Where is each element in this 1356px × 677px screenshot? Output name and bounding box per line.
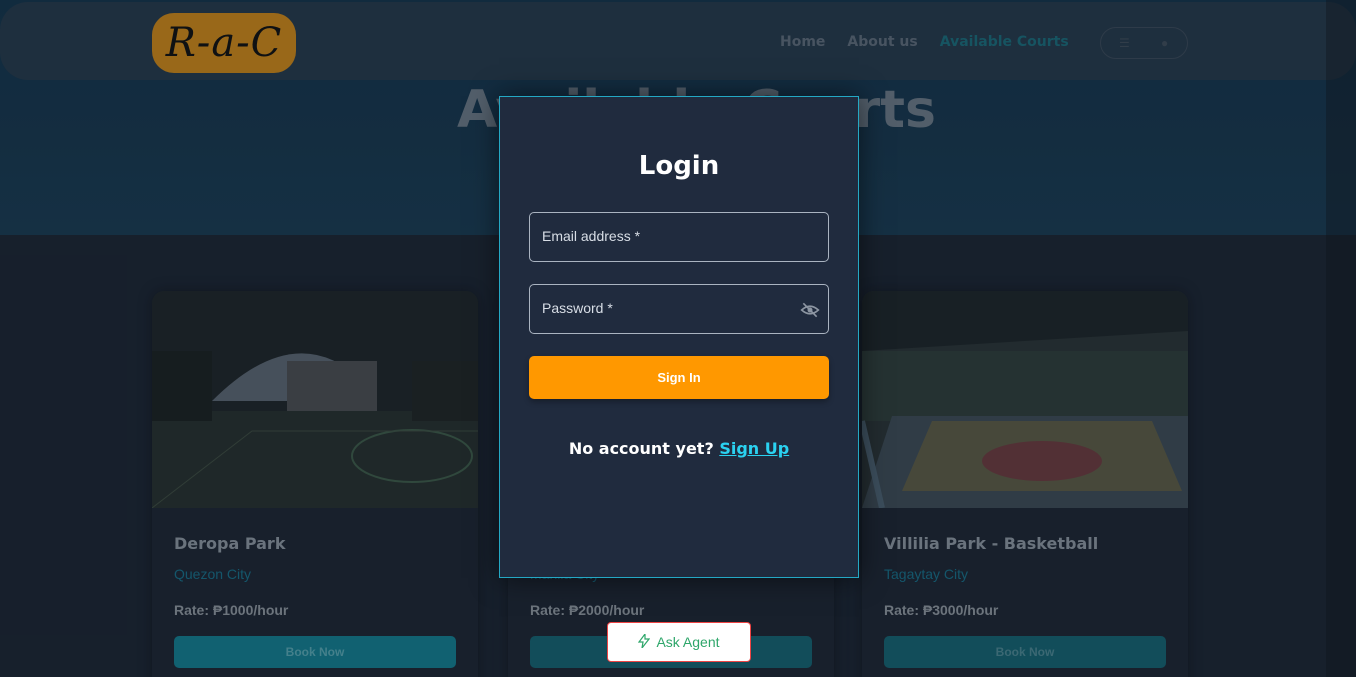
eye-off-icon[interactable] bbox=[800, 300, 820, 320]
sign-in-button[interactable]: Sign In bbox=[529, 356, 829, 399]
password-label: Password * bbox=[542, 300, 613, 316]
backdrop-edge bbox=[1326, 0, 1356, 677]
password-field[interactable]: Password * bbox=[529, 284, 829, 334]
ask-agent-button[interactable]: Ask Agent bbox=[607, 622, 751, 662]
email-field[interactable]: Email address * bbox=[529, 212, 829, 262]
lightning-icon bbox=[638, 631, 651, 651]
ask-agent-label: Ask Agent bbox=[656, 634, 720, 650]
email-label: Email address * bbox=[542, 228, 641, 244]
login-title: Login bbox=[638, 151, 720, 181]
login-modal: Login Email address * Password * Sign In… bbox=[499, 96, 859, 578]
no-account-text: No account yet? bbox=[568, 439, 714, 458]
sign-up-link[interactable]: Sign Up bbox=[719, 439, 789, 458]
no-account-prompt: No account yet? Sign Up bbox=[500, 439, 858, 458]
